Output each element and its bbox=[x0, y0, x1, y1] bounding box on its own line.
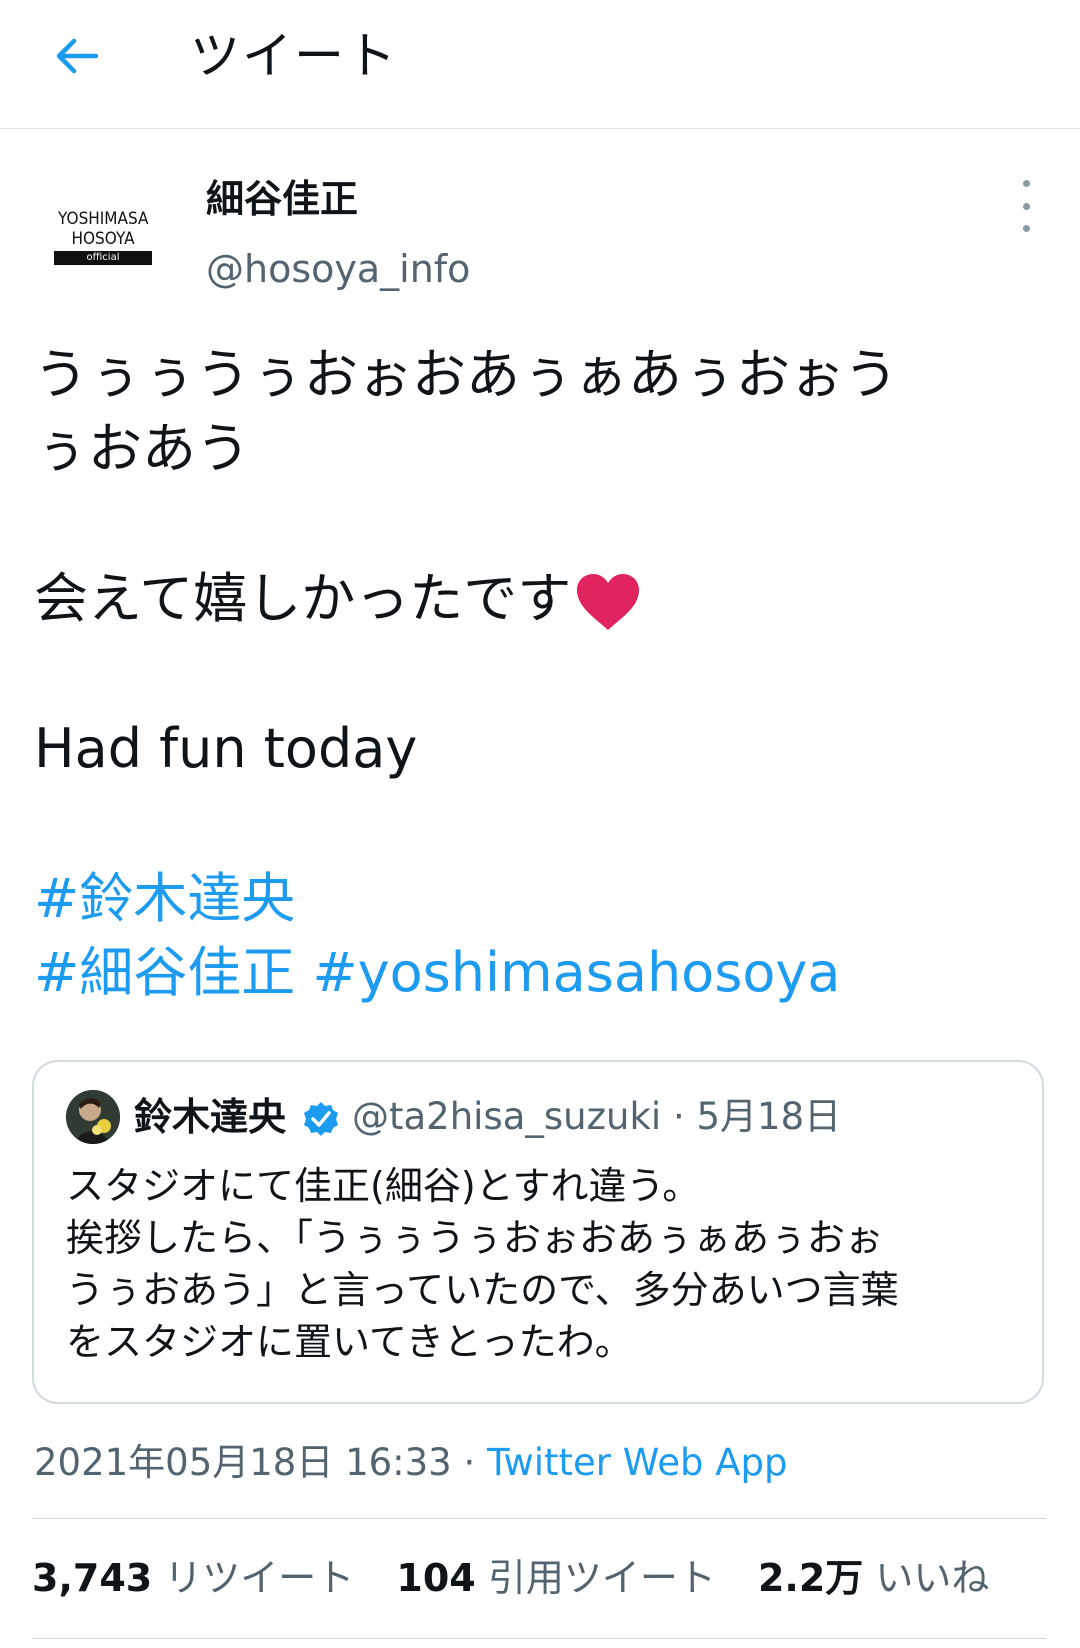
top-bar: ツイート bbox=[0, 0, 1080, 129]
quoted-author-handle: @ta2hisa_suzuki bbox=[352, 1095, 662, 1138]
tweet-line: Had fun today bbox=[34, 717, 418, 780]
engagement-stats: 3,743 リツイート 104 引用ツイート 2.2万 いいね bbox=[32, 1552, 1019, 1604]
likes-label: いいね bbox=[875, 1556, 990, 1600]
hashtag-link[interactable]: #鈴木達央 bbox=[34, 867, 295, 930]
tweet-line: 会えて嬉しかったです bbox=[34, 567, 572, 630]
more-dot-icon bbox=[1022, 180, 1030, 187]
verified-badge-icon bbox=[304, 1102, 338, 1136]
author-handle[interactable]: @hosoya_info bbox=[206, 246, 470, 292]
quoted-date: 5月18日 bbox=[696, 1095, 842, 1138]
timestamp-separator: · bbox=[451, 1441, 488, 1484]
likes-stat[interactable]: 2.2万 いいね bbox=[758, 1552, 989, 1604]
tweet-timestamp: 2021年05月18日 16:33 · Twitter Web App bbox=[34, 1440, 788, 1486]
quotes-label: 引用ツイート bbox=[487, 1556, 716, 1600]
quoted-tweet-text: スタジオにて佳正(細谷)とすれ違う。 挨拶したら、「うぅぅうぅおぉおあぅぁあぅお… bbox=[66, 1160, 1026, 1368]
tweet-line: うぅぅうぅおぉおあぅぁあぅおぉう bbox=[34, 343, 898, 406]
logo-text-line1: YOSHIMASA bbox=[57, 209, 149, 229]
heart-emoji-icon bbox=[577, 574, 640, 631]
divider bbox=[32, 1638, 1046, 1639]
hashtag-link[interactable]: #細谷佳正 bbox=[34, 941, 295, 1004]
author-display-name[interactable]: 細谷佳正 bbox=[206, 176, 358, 222]
more-dot-icon bbox=[1022, 225, 1030, 232]
tweet-text: うぅぅうぅおぉおあぅぁあぅおぉう ぅおあう 会えて嬉しかったです Had fun… bbox=[34, 338, 1034, 1010]
quoted-line: 挨拶したら、「うぅぅうぅおぉおあぅぁあぅおぉ bbox=[66, 1216, 884, 1260]
hashtag-link[interactable]: #yoshimasahosoya bbox=[312, 941, 840, 1004]
logo-tag: official bbox=[54, 251, 152, 265]
quoted-meta: @ta2hisa_suzuki · 5月18日 bbox=[352, 1094, 841, 1140]
quoted-line: うぅおあう」と言っていたので、多分あいつ言葉 bbox=[66, 1268, 899, 1312]
back-button[interactable] bbox=[46, 26, 106, 86]
meta-separator: · bbox=[672, 1095, 685, 1138]
back-arrow-icon bbox=[56, 38, 98, 74]
quoted-line: スタジオにて佳正(細谷)とすれ違う。 bbox=[66, 1164, 701, 1208]
quoted-author-name: 鈴木達央 bbox=[134, 1095, 287, 1139]
retweets-count: 3,743 bbox=[32, 1556, 153, 1600]
quoted-tweet-card[interactable]: 鈴木達央 @ta2hisa_suzuki · 5月18日 スタジオにて佳正(細谷… bbox=[32, 1060, 1044, 1404]
quotes-count: 104 bbox=[396, 1556, 476, 1600]
author-avatar[interactable]: YOSHIMASA HOSOYA official bbox=[44, 178, 162, 296]
quoted-author-avatar bbox=[66, 1090, 120, 1144]
page-title: ツイート bbox=[190, 27, 398, 85]
more-dot-icon bbox=[1022, 202, 1030, 210]
quoted-line: をスタジオに置いてきとったわ。 bbox=[66, 1320, 633, 1364]
more-options-button[interactable] bbox=[1010, 180, 1042, 232]
retweets-stat[interactable]: 3,743 リツイート bbox=[32, 1552, 354, 1604]
divider bbox=[32, 1518, 1046, 1519]
quote-tweets-stat[interactable]: 104 引用ツイート bbox=[396, 1552, 715, 1604]
tweet-line: ぅおあう bbox=[34, 417, 250, 480]
timestamp-text: 2021年05月18日 16:33 bbox=[34, 1441, 452, 1484]
tweet-line-with-heart: 会えて嬉しかったです bbox=[34, 562, 1034, 636]
likes-count: 2.2万 bbox=[757, 1556, 864, 1600]
retweets-label: リツイート bbox=[164, 1556, 355, 1600]
logo-text-line2: HOSOYA bbox=[71, 229, 135, 249]
source-link[interactable]: Twitter Web App bbox=[487, 1441, 787, 1484]
